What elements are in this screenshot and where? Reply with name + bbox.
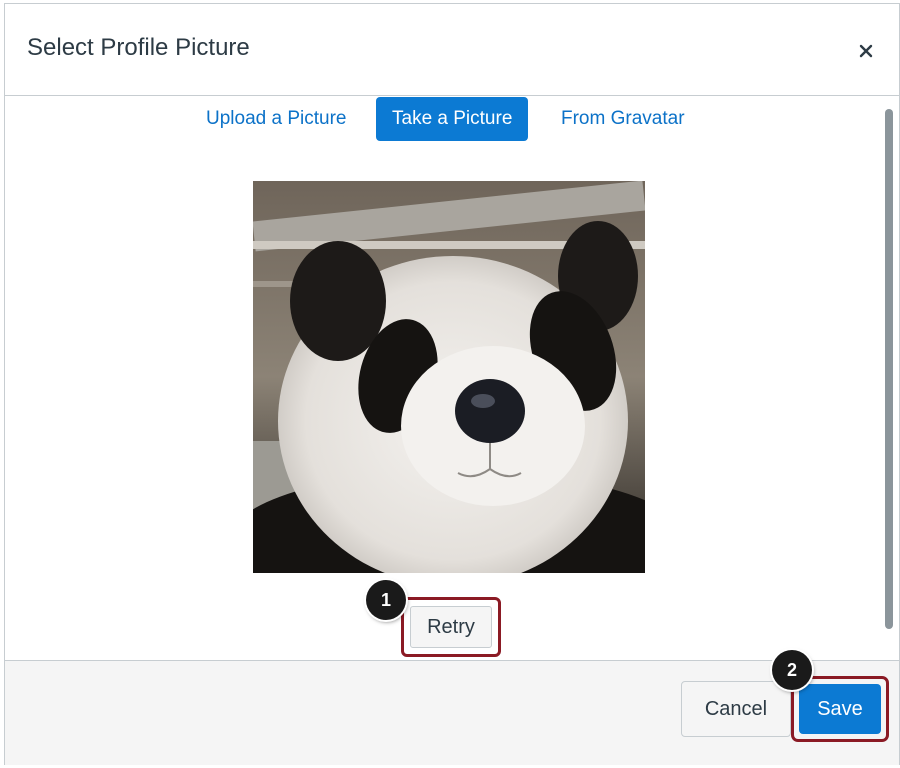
cancel-button[interactable]: Cancel xyxy=(681,681,791,737)
select-profile-picture-dialog: Select Profile Picture Upload a Picture … xyxy=(4,3,900,765)
callout-badge-2: 2 xyxy=(772,650,812,690)
save-button[interactable]: Save xyxy=(799,684,881,734)
scrollbar[interactable] xyxy=(885,109,893,629)
tab-from-gravatar[interactable]: From Gravatar xyxy=(545,97,701,141)
dialog-title: Select Profile Picture xyxy=(27,34,250,61)
captured-photo xyxy=(253,181,645,573)
dialog-header: Select Profile Picture xyxy=(5,4,899,96)
tab-take-a-picture[interactable]: Take a Picture xyxy=(376,97,529,141)
retry-button[interactable]: Retry xyxy=(410,606,492,648)
callout-badge-1: 1 xyxy=(366,580,406,620)
tab-upload-a-picture[interactable]: Upload a Picture xyxy=(190,97,362,141)
save-highlight: Save xyxy=(791,676,889,742)
picture-source-tabs: Upload a Picture Take a Picture From Gra… xyxy=(5,97,885,143)
retry-highlight: Retry xyxy=(401,597,501,657)
close-icon[interactable] xyxy=(855,40,877,62)
dialog-footer: Cancel Save xyxy=(5,660,899,765)
